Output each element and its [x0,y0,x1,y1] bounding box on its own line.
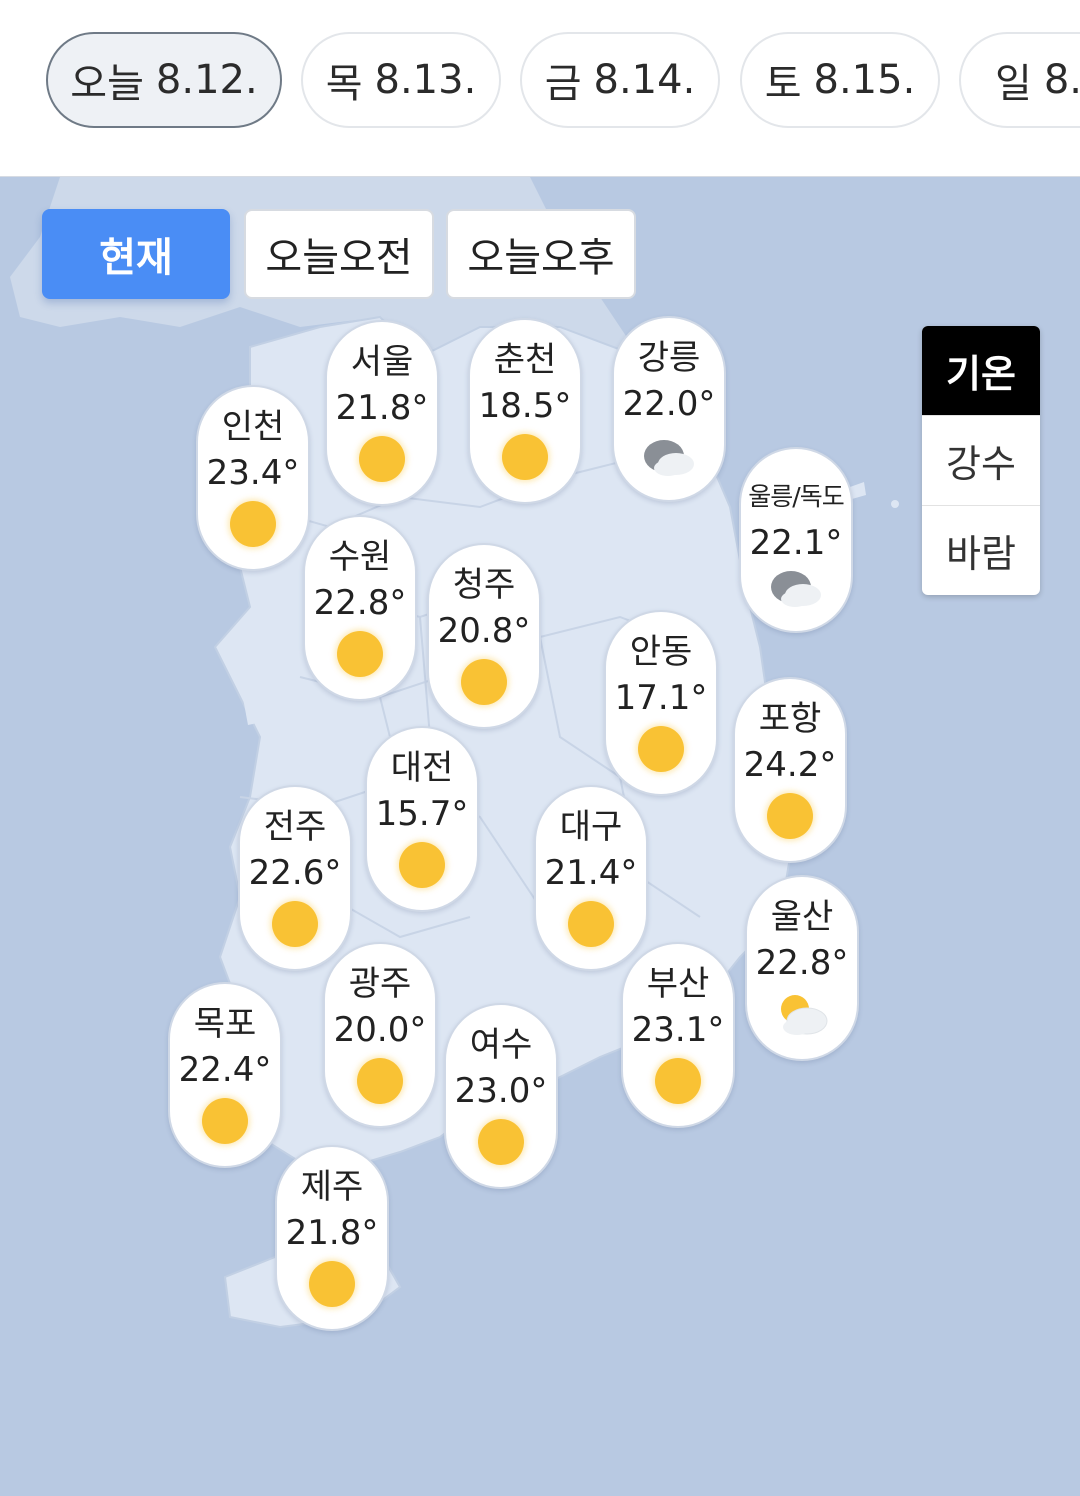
city-temp: 23.0° [454,1071,548,1111]
sun-icon [502,434,548,480]
date-tab-0[interactable]: 오늘 8.12. [46,32,282,128]
sun-icon [568,901,614,947]
city-gwangju[interactable]: 광주 20.0° [323,942,437,1128]
city-temp: 21.8° [335,388,429,428]
city-busan[interactable]: 부산 23.1° [621,942,735,1128]
city-suwon[interactable]: 수원 22.8° [303,515,417,701]
city-temp: 24.2° [743,745,837,785]
city-name: 제주 [300,1167,364,1207]
city-jeju[interactable]: 제주 21.8° [275,1145,389,1331]
weather-map[interactable]: 현재 오늘오전 오늘오후 기온 강수 바람 인천 23.4° 서울 21.8° … [0,177,1080,1496]
city-temp: 21.4° [544,853,638,893]
date-tab-dow: 일 [995,61,1032,107]
city-temp: 18.5° [478,386,572,426]
city-temp: 23.1° [631,1010,725,1050]
city-temp: 22.4° [178,1050,272,1090]
sun-icon [230,501,276,547]
date-tab-date: 8.12. [155,57,258,103]
layer-precipitation-button[interactable]: 강수 [922,415,1040,505]
date-tab-date: 8.14. [593,57,696,103]
city-temp: 22.8° [313,583,407,623]
city-pohang[interactable]: 포항 24.2° [733,677,847,863]
today-morning-button[interactable]: 오늘오전 [244,209,434,299]
city-cheongju[interactable]: 청주 20.8° [427,543,541,729]
today-afternoon-button[interactable]: 오늘오후 [446,209,636,299]
city-incheon[interactable]: 인천 23.4° [196,385,310,571]
sun-icon [359,436,405,482]
city-jeonju[interactable]: 전주 22.6° [238,785,352,971]
date-tab-date: 8.16. [1043,57,1080,103]
city-yeosu[interactable]: 여수 23.0° [444,1003,558,1189]
sun-icon [309,1261,355,1307]
city-mokpo[interactable]: 목포 22.4° [168,982,282,1168]
city-daegu[interactable]: 대구 21.4° [534,785,648,971]
sun-icon [337,631,383,677]
city-chuncheon[interactable]: 춘천 18.5° [468,318,582,504]
sun-icon [478,1119,524,1165]
city-temp: 22.0° [622,384,716,424]
city-seoul[interactable]: 서울 21.8° [325,320,439,506]
city-name: 안동 [629,632,693,672]
sun-icon [272,901,318,947]
city-gangneung[interactable]: 강릉 22.0° [612,316,726,502]
sun-icon [399,842,445,888]
city-ulleung-dokdo[interactable]: 울릉/독도 22.1° [739,447,853,633]
date-tab-2[interactable]: 금 8.14. [520,32,720,128]
cloud-icon [767,563,825,609]
date-tab-dow: 금 [544,61,582,107]
date-tab-dow: 토 [764,61,802,107]
date-tab-dow: 목 [325,61,363,107]
date-tab-dow: 오늘 [70,61,144,107]
city-name: 광주 [348,964,412,1004]
city-name: 울릉/독도 [748,482,844,511]
date-tab-date: 8.13. [374,57,477,103]
date-tab-date: 8.15. [813,57,916,103]
city-temp: 20.0° [333,1010,427,1050]
city-temp: 22.8° [755,943,849,983]
date-tab-strip: 오늘 8.12. 목 8.13. 금 8.14. 토 8.15. 일 8.16. [0,0,1080,177]
layer-wind-button[interactable]: 바람 [922,505,1040,595]
sun-icon [357,1058,403,1104]
sun-icon [202,1098,248,1144]
date-tab-3[interactable]: 토 8.15. [740,32,940,128]
city-ulsan[interactable]: 울산 22.8° [745,875,859,1061]
city-name: 울산 [770,897,834,937]
layer-temperature-button[interactable]: 기온 [922,326,1040,415]
partly-cloudy-icon [773,991,831,1037]
sun-icon [461,659,507,705]
city-name: 목포 [193,1004,257,1044]
city-temp: 21.8° [285,1213,379,1253]
cloud-icon [640,432,698,478]
now-button[interactable]: 현재 [42,209,230,299]
city-name: 서울 [350,342,414,382]
city-name: 대구 [559,807,623,847]
city-temp: 20.8° [437,611,531,651]
sun-icon [767,793,813,839]
layer-selector: 기온 강수 바람 [922,326,1040,595]
city-name: 대전 [390,748,454,788]
city-daejeon[interactable]: 대전 15.7° [365,726,479,912]
date-tab-4[interactable]: 일 8.16. [959,32,1080,128]
city-andong[interactable]: 안동 17.1° [604,610,718,796]
city-name: 춘천 [493,340,557,380]
city-name: 강릉 [637,338,701,378]
city-name: 여수 [469,1025,533,1065]
city-name: 포항 [758,699,822,739]
date-tab-1[interactable]: 목 8.13. [301,32,501,128]
city-temp: 22.1° [749,523,843,563]
city-temp: 23.4° [206,453,300,493]
city-name: 전주 [263,807,327,847]
city-name: 인천 [221,407,285,447]
city-temp: 15.7° [375,794,469,834]
sun-icon [638,726,684,772]
city-name: 청주 [452,565,516,605]
city-temp: 22.6° [248,853,342,893]
city-temp: 17.1° [614,678,708,718]
sun-icon [655,1058,701,1104]
city-name: 부산 [646,964,710,1004]
dokdo-island [891,500,899,508]
city-name: 수원 [328,537,392,577]
